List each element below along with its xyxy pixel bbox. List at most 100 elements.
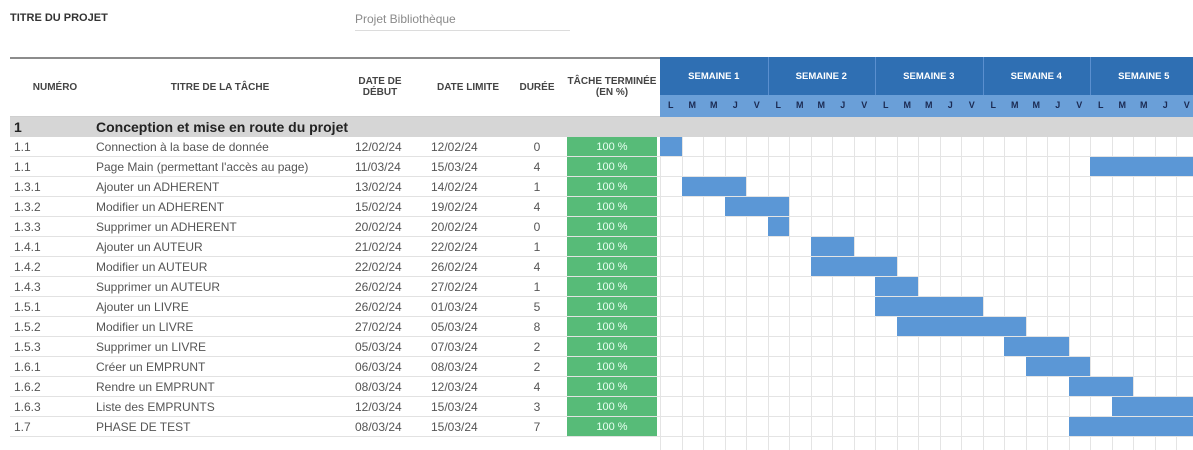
task-row[interactable]: 1.6.3 Liste des EMPRUNTS 12/03/24 15/03/24 3… bbox=[10, 397, 660, 417]
gantt-bar[interactable] bbox=[1111, 397, 1193, 416]
task-title: Ajouter un AUTEUR bbox=[96, 240, 203, 254]
task-duration: 4 bbox=[533, 260, 541, 274]
task-end-date: 12/03/24 bbox=[431, 380, 478, 394]
task-start-date: 27/02/24 bbox=[355, 320, 402, 334]
task-end-date: 15/03/24 bbox=[431, 160, 478, 174]
task-duration: 1 bbox=[533, 280, 541, 294]
gantt-bar[interactable] bbox=[767, 217, 789, 236]
gantt-bar[interactable] bbox=[1004, 337, 1069, 356]
task-row[interactable]: 1.5.3 Supprimer un LIVRE 05/03/24 07/03/24 2… bbox=[10, 337, 660, 357]
gantt-bar[interactable] bbox=[724, 197, 789, 216]
week-label: SEMAINE 3 bbox=[903, 71, 955, 82]
header-numero[interactable]: NUMÉRO bbox=[10, 82, 100, 93]
day-label: M bbox=[1011, 100, 1019, 110]
gantt-bar[interactable] bbox=[810, 257, 897, 276]
gantt-bar[interactable] bbox=[1068, 417, 1193, 436]
week-separator bbox=[1090, 57, 1091, 95]
phase-row[interactable]: 1 Conception et mise en route du projet bbox=[10, 117, 660, 137]
task-title: PHASE DE TEST bbox=[96, 420, 191, 434]
day-label: L bbox=[668, 100, 674, 110]
task-start-date: 13/02/24 bbox=[355, 180, 402, 194]
grid-column-line bbox=[660, 137, 661, 450]
task-row[interactable]: 1.4.2 Modifier un AUTEUR 22/02/24 26/02/24 4… bbox=[10, 257, 660, 277]
gantt-bar[interactable] bbox=[875, 297, 983, 316]
grid-column-line bbox=[832, 137, 833, 450]
task-number: 1.3.3 bbox=[14, 220, 41, 234]
task-title: Modifier un AUTEUR bbox=[96, 260, 208, 274]
task-percent-complete: 100 % bbox=[567, 417, 657, 437]
week-label: SEMAINE 5 bbox=[1118, 71, 1170, 82]
task-end-date: 27/02/24 bbox=[431, 280, 478, 294]
header-duree[interactable]: DURÉE bbox=[512, 82, 562, 93]
task-row[interactable]: 1.7 PHASE DE TEST 08/03/24 15/03/24 7 100 % bbox=[10, 417, 660, 437]
header-titre[interactable]: TITRE DE LA TÂCHE bbox=[120, 82, 320, 93]
task-title: Modifier un ADHERENT bbox=[96, 200, 225, 214]
day-label: J bbox=[1055, 100, 1061, 110]
day-label: J bbox=[732, 100, 738, 110]
gantt-bar[interactable] bbox=[660, 137, 682, 156]
day-label: V bbox=[1183, 100, 1190, 110]
gantt-bar[interactable] bbox=[1025, 357, 1090, 376]
grid-row-line bbox=[660, 256, 1193, 257]
header-date-debut-line2: DÉBUT bbox=[362, 87, 398, 98]
grid-column-line bbox=[853, 137, 855, 450]
week-separator bbox=[875, 57, 876, 95]
gantt-bar[interactable] bbox=[810, 237, 854, 256]
task-start-date: 22/02/24 bbox=[355, 260, 402, 274]
task-percent-complete: 100 % bbox=[567, 197, 657, 217]
project-title-value[interactable]: Projet Bibliothèque bbox=[355, 12, 456, 26]
task-row[interactable]: 1.5.1 Ajouter un LIVRE 26/02/24 01/03/24 5 10… bbox=[10, 297, 660, 317]
task-row[interactable]: 1.5.2 Modifier un LIVRE 27/02/24 05/03/24 8 1… bbox=[10, 317, 660, 337]
task-row[interactable]: 1.3.1 Ajouter un ADHERENT 13/02/24 14/02/24… bbox=[10, 177, 660, 197]
task-row[interactable]: 1.4.3 Supprimer un AUTEUR 26/02/24 27/02/24… bbox=[10, 277, 660, 297]
week-separator bbox=[767, 57, 769, 95]
task-start-date: 08/03/24 bbox=[355, 420, 402, 434]
gantt-bar[interactable] bbox=[896, 317, 1026, 336]
day-label: M bbox=[796, 100, 804, 110]
task-title: Page Main (permettant l'accès au page) bbox=[96, 160, 309, 174]
gantt-bar[interactable] bbox=[681, 177, 746, 196]
task-percent-complete: 100 % bbox=[567, 157, 657, 177]
gantt-bar[interactable] bbox=[1068, 377, 1133, 396]
task-start-date: 12/02/24 bbox=[355, 140, 402, 154]
day-label: M bbox=[903, 100, 912, 110]
task-percent-complete: 100 % bbox=[567, 237, 657, 257]
grid-column-line bbox=[961, 137, 962, 450]
header-tache-terminee[interactable]: TÂCHE TERMINÉE (EN %) bbox=[567, 76, 657, 98]
task-row[interactable]: 1.1 Connection à la base de donnée 12/02/2… bbox=[10, 137, 660, 157]
task-title: Ajouter un ADHERENT bbox=[96, 180, 220, 194]
gantt-bar[interactable] bbox=[1090, 157, 1193, 176]
header-date-limite[interactable]: DATE LIMITE bbox=[428, 82, 508, 93]
task-percent-complete: 100 % bbox=[567, 217, 657, 237]
task-row[interactable]: 1.4.1 Ajouter un AUTEUR 21/02/24 22/02/24 1 1… bbox=[10, 237, 660, 257]
header-date-debut[interactable]: DATE DE DÉBUT bbox=[350, 76, 410, 98]
task-number: 1.5.1 bbox=[14, 300, 41, 314]
day-label: V bbox=[1076, 100, 1083, 110]
task-row[interactable]: 1.3.2 Modifier un ADHERENT 15/02/24 19/02/2… bbox=[10, 197, 660, 217]
task-end-date: 26/02/24 bbox=[431, 260, 478, 274]
gantt-bar[interactable] bbox=[875, 277, 918, 296]
task-end-date: 01/03/24 bbox=[431, 300, 478, 314]
grid-column-line bbox=[1068, 137, 1070, 450]
day-label: J bbox=[947, 100, 953, 110]
task-end-date: 14/02/24 bbox=[431, 180, 478, 194]
grid-column-line bbox=[1047, 137, 1048, 450]
task-percent-complete: 100 % bbox=[567, 357, 657, 377]
header-top-rule bbox=[10, 57, 660, 59]
task-start-date: 21/02/24 bbox=[355, 240, 402, 254]
task-duration: 0 bbox=[533, 140, 541, 154]
task-row[interactable]: 1.6.1 Créer un EMPRUNT 06/03/24 08/03/24 2 10… bbox=[10, 357, 660, 377]
grid-column-line bbox=[746, 137, 747, 450]
task-number: 1.3.2 bbox=[14, 200, 41, 214]
task-end-date: 05/03/24 bbox=[431, 320, 478, 334]
task-title: Supprimer un LIVRE bbox=[96, 340, 207, 354]
task-duration: 0 bbox=[533, 220, 541, 234]
task-row[interactable]: 1.3.3 Supprimer un ADHERENT 20/02/24 20/02/… bbox=[10, 217, 660, 237]
task-duration: 3 bbox=[533, 400, 541, 414]
task-title: Connection à la base de donnée bbox=[96, 140, 269, 154]
task-row[interactable]: 1.6.2 Rendre un EMPRUNT 08/03/24 12/03/24 4 1… bbox=[10, 377, 660, 397]
task-end-date: 12/02/24 bbox=[431, 140, 478, 154]
task-row[interactable]: 1.1 Page Main (permettant l'accès au page… bbox=[10, 157, 660, 177]
task-number: 1.7 bbox=[14, 420, 31, 434]
day-label: V bbox=[968, 100, 975, 110]
